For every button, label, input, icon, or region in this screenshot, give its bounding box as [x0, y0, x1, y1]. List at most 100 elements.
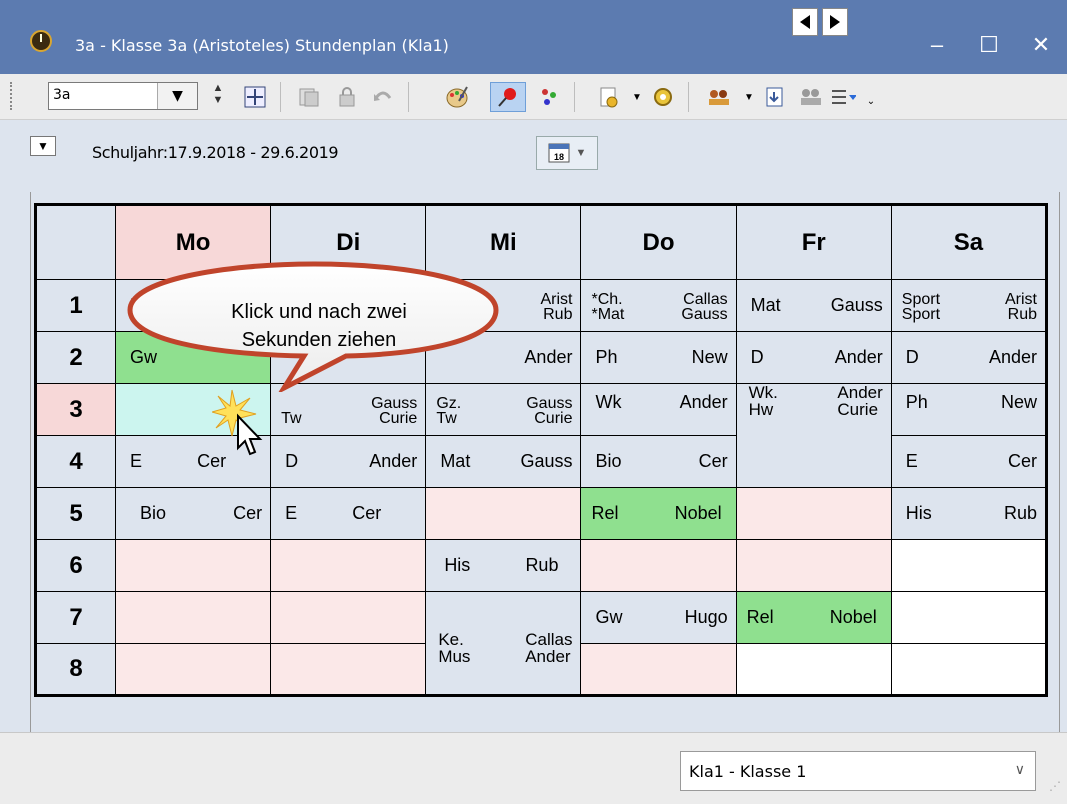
- lesson-teacher: Callas: [525, 630, 573, 649]
- lesson-subject: Sport: [901, 290, 941, 308]
- day-header-do[interactable]: Do: [580, 204, 737, 280]
- lesson-cell[interactable]: E Cer: [114, 435, 272, 488]
- palette-icon[interactable]: [444, 84, 470, 110]
- period-number: 4: [35, 435, 116, 488]
- prev-arrow-button[interactable]: [792, 8, 818, 36]
- lesson-cell-empty[interactable]: [270, 591, 427, 644]
- spinner-icon[interactable]: ▲ ▼: [212, 82, 224, 106]
- next-arrow-button[interactable]: [822, 8, 848, 36]
- maximize-button[interactable]: ☐: [974, 30, 1004, 60]
- lesson-cell-empty[interactable]: [735, 487, 892, 540]
- calendar-icon: 18: [548, 143, 570, 163]
- close-button[interactable]: ✕: [1026, 30, 1056, 60]
- group-icon[interactable]: [706, 84, 732, 110]
- day-header-mi[interactable]: Mi: [425, 204, 582, 280]
- period-number: 6: [35, 539, 116, 592]
- lesson-cell-double[interactable]: Wk. Hw Ander Curie: [735, 383, 892, 488]
- lesson-cell[interactable]: Rel Nobel: [580, 487, 737, 540]
- pin-icon[interactable]: [490, 82, 526, 112]
- lesson-cell[interactable]: Gw Hugo: [580, 591, 737, 644]
- lesson-cell-empty[interactable]: [890, 591, 1048, 644]
- lesson-subject: *Mat: [591, 305, 625, 323]
- period-number: 3: [35, 383, 116, 436]
- day-header-mo[interactable]: Mo: [114, 204, 272, 280]
- chevron-down-icon[interactable]: ▼: [30, 136, 56, 156]
- lesson-cell-empty[interactable]: [890, 539, 1048, 592]
- lock-icon[interactable]: [334, 84, 360, 110]
- lesson-cell[interactable]: Bio Cer: [580, 435, 737, 488]
- document-settings-icon[interactable]: [596, 84, 622, 110]
- lesson-cell[interactable]: D Ander: [735, 331, 892, 384]
- more-icon[interactable]: ⌄: [858, 88, 884, 114]
- lesson-cell[interactable]: Rel Nobel: [735, 591, 892, 644]
- lesson-teacher: Ander: [369, 451, 418, 471]
- toolbar-separator: [408, 82, 409, 112]
- lesson-cell[interactable]: D Ander: [270, 435, 427, 488]
- lesson-cell-empty[interactable]: [580, 539, 737, 592]
- lesson-subject: Gz.: [436, 394, 462, 412]
- lesson-teacher: Ander: [834, 347, 883, 367]
- lesson-cell-selected[interactable]: [114, 383, 272, 436]
- lesson-cell-empty[interactable]: [425, 487, 582, 540]
- day-header-sa[interactable]: Sa: [890, 204, 1048, 280]
- timetable-grid: Mo Di Mi Do Fr Sa 1 Ma rt Arist Rub *Ch. *…: [34, 203, 1048, 697]
- calendar-button[interactable]: 18 ▼: [536, 136, 598, 170]
- format-select[interactable]: Kla1 - Klasse 1 ∨: [680, 751, 1036, 791]
- lesson-subject: Gw: [595, 607, 623, 627]
- lesson-cell[interactable]: Mat Gauss: [735, 279, 892, 332]
- lesson-cell[interactable]: Ph New: [890, 383, 1048, 436]
- lesson-cell[interactable]: Mat Gauss: [425, 435, 582, 488]
- move-icon[interactable]: [242, 84, 268, 110]
- day-header-row: Mo Di Mi Do Fr Sa: [35, 204, 1048, 280]
- people-icon[interactable]: [536, 84, 562, 110]
- lesson-cell[interactable]: Gz. Tw Gauss Curie: [425, 383, 582, 436]
- lesson-subject: *Ch.: [591, 290, 623, 308]
- lesson-teacher: New: [1000, 392, 1037, 412]
- settings-icon[interactable]: [650, 84, 676, 110]
- minimize-button[interactable]: –: [922, 30, 952, 60]
- lesson-cell[interactable]: E Cer: [890, 435, 1048, 488]
- lesson-teacher: Curie: [379, 409, 418, 427]
- lesson-cell-empty[interactable]: [114, 591, 272, 644]
- period-number: 7: [35, 591, 116, 644]
- lesson-cell[interactable]: Bio Cer: [114, 487, 272, 540]
- copy-icon[interactable]: [296, 84, 322, 110]
- chevron-down-icon[interactable]: ▼: [736, 84, 762, 110]
- lesson-cell-empty[interactable]: [114, 539, 272, 592]
- lesson-cell[interactable]: D Ander: [890, 331, 1048, 384]
- period-row: 6 His Rub: [35, 539, 1048, 592]
- lesson-cell[interactable]: His Rub: [425, 539, 582, 592]
- chevron-down-icon[interactable]: ▼: [157, 83, 197, 109]
- lesson-cell-double[interactable]: Ke. Mus Callas Ander: [425, 591, 582, 696]
- people-gray-icon[interactable]: [798, 84, 824, 110]
- lesson-cell-empty[interactable]: [580, 643, 737, 696]
- lesson-cell-empty[interactable]: [114, 643, 272, 696]
- lesson-subject: Tw: [436, 409, 457, 427]
- lesson-cell-empty[interactable]: [735, 643, 892, 696]
- lesson-cell-empty[interactable]: [890, 643, 1048, 696]
- lesson-subject: His: [905, 503, 932, 523]
- class-combo[interactable]: 3a ▼: [48, 82, 198, 110]
- lesson-cell-empty[interactable]: [270, 539, 427, 592]
- lesson-cell[interactable]: Tw Gauss Curie: [270, 383, 427, 436]
- lesson-subject: Wk.: [748, 383, 778, 402]
- undo-icon[interactable]: [370, 84, 396, 110]
- lesson-cell-empty[interactable]: [270, 643, 427, 696]
- window-title: 3a - Klasse 3a (Aristoteles) Stundenplan…: [75, 36, 449, 55]
- lesson-cell[interactable]: E Cer: [270, 487, 427, 540]
- lesson-teacher: Ander: [524, 347, 573, 367]
- list-icon[interactable]: [830, 84, 856, 110]
- toolbar-grip[interactable]: [10, 82, 14, 110]
- chevron-down-icon[interactable]: ▼: [624, 84, 650, 110]
- lesson-cell[interactable]: Sport Sport Arist Rub: [890, 279, 1048, 332]
- day-header-di[interactable]: Di: [270, 204, 427, 280]
- day-header-fr[interactable]: Fr: [735, 204, 892, 280]
- resize-grip-icon[interactable]: ⋰: [1049, 779, 1061, 793]
- lesson-cell[interactable]: *Ch. *Mat Callas Gauss: [580, 279, 737, 332]
- lesson-cell[interactable]: Ph New: [580, 331, 737, 384]
- lesson-cell[interactable]: His Rub: [890, 487, 1048, 540]
- lesson-cell[interactable]: Wk Ander: [580, 383, 737, 436]
- lesson-cell-empty[interactable]: [735, 539, 892, 592]
- toolbar-separator: [574, 82, 575, 112]
- export-icon[interactable]: [762, 84, 788, 110]
